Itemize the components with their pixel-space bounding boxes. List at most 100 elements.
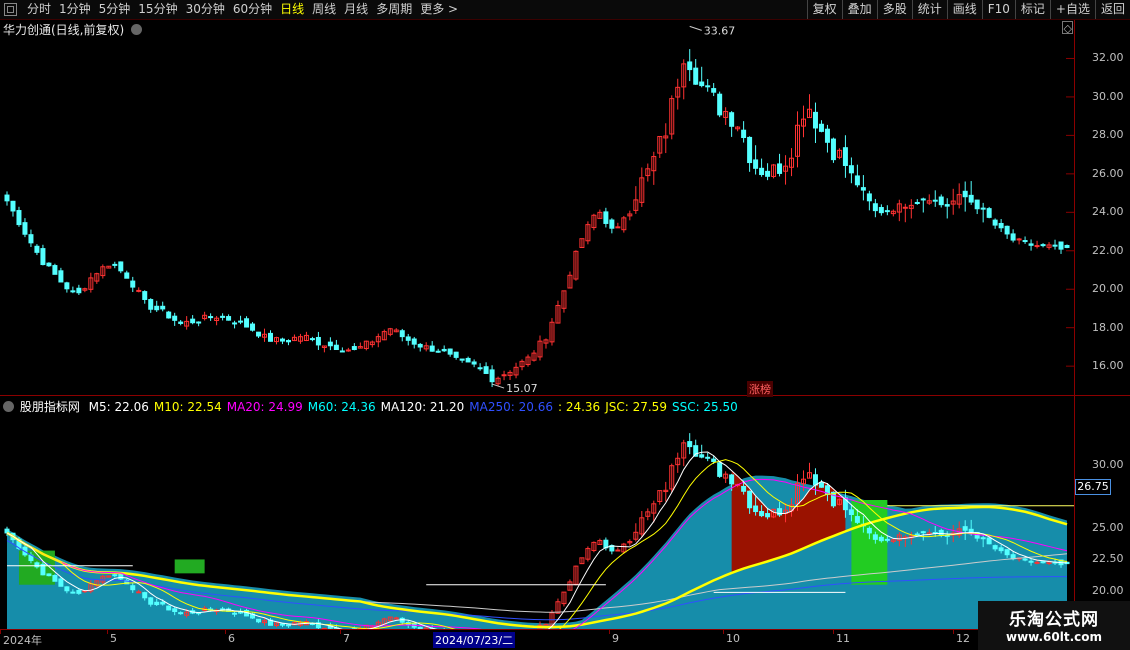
candle-body[interactable] <box>747 136 753 164</box>
tab-period-7[interactable]: 周线 <box>308 0 340 19</box>
candle-body[interactable] <box>232 322 238 325</box>
candle-body[interactable] <box>860 187 866 191</box>
tab-period-1[interactable]: 1分钟 <box>55 0 95 19</box>
toolbar-button-5[interactable]: F10 <box>981 0 1015 19</box>
candle-body[interactable] <box>70 290 76 293</box>
candle-body[interactable] <box>148 299 154 310</box>
candle-body[interactable] <box>705 85 711 88</box>
toolbar-button-7[interactable]: +自选 <box>1049 0 1095 19</box>
tab-period-5[interactable]: 60分钟 <box>229 0 276 19</box>
candle-body[interactable] <box>196 321 202 324</box>
candle-body[interactable] <box>765 170 771 177</box>
candle-body[interactable] <box>441 348 447 352</box>
candle-body[interactable] <box>489 369 495 383</box>
candle-body[interactable] <box>124 272 130 279</box>
candle-body[interactable] <box>405 336 411 341</box>
candle-body[interactable] <box>968 194 974 203</box>
candle-body[interactable] <box>753 159 759 169</box>
candle-body[interactable] <box>884 210 890 213</box>
tab-period-4[interactable]: 30分钟 <box>182 0 229 19</box>
candle-body[interactable] <box>759 167 765 176</box>
candle-body[interactable] <box>693 67 699 85</box>
main-chart[interactable]: 33.67 15.07 <box>0 20 1074 395</box>
candle-body[interactable] <box>842 147 848 166</box>
toolbar-button-6[interactable]: 标记 <box>1014 0 1050 19</box>
toolbar-button-3[interactable]: 统计 <box>911 0 947 19</box>
candle-body[interactable] <box>1040 244 1046 247</box>
candle-body[interactable] <box>453 351 459 358</box>
candle-body[interactable] <box>465 357 471 363</box>
candle-body[interactable] <box>208 316 214 319</box>
candle-body[interactable] <box>142 291 148 300</box>
candle-body[interactable] <box>172 315 178 321</box>
candle-body[interactable] <box>1016 238 1022 241</box>
candle-body[interactable] <box>974 199 980 210</box>
candle-body[interactable] <box>962 190 968 198</box>
candle-body[interactable] <box>256 331 262 337</box>
candle-body[interactable] <box>603 211 609 224</box>
candle-body[interactable] <box>902 206 908 209</box>
candle-body[interactable] <box>333 344 339 351</box>
candle-body[interactable] <box>351 346 357 351</box>
candle-body[interactable] <box>220 315 226 318</box>
candle-body[interactable] <box>848 165 854 174</box>
candle-body[interactable] <box>429 345 435 352</box>
candle-body[interactable] <box>339 350 345 353</box>
candle-body[interactable] <box>711 88 717 93</box>
candle-body[interactable] <box>268 332 273 342</box>
candle-body[interactable] <box>309 338 315 341</box>
candle-body[interactable] <box>64 282 70 290</box>
candle-body[interactable] <box>190 318 196 324</box>
candle-body[interactable] <box>932 199 938 202</box>
candle-body[interactable] <box>46 262 52 267</box>
candle-body[interactable] <box>58 270 64 283</box>
candle-body[interactable] <box>417 343 423 348</box>
toolbar-button-4[interactable]: 画线 <box>946 0 982 19</box>
candle-body[interactable] <box>854 175 860 186</box>
candle-body[interactable] <box>178 321 184 324</box>
candle-body[interactable] <box>872 203 878 212</box>
candle-body[interactable] <box>112 263 118 266</box>
candle-body[interactable] <box>741 129 747 139</box>
candle-body[interactable] <box>22 222 28 235</box>
candle-body[interactable] <box>4 194 10 202</box>
candle-body[interactable] <box>399 330 405 338</box>
candle-body[interactable] <box>411 338 417 345</box>
candle-body[interactable] <box>160 305 166 310</box>
candle-body[interactable] <box>10 200 16 212</box>
candle-body[interactable] <box>244 318 250 328</box>
tab-period-2[interactable]: 5分钟 <box>95 0 135 19</box>
candle-body[interactable] <box>687 61 693 71</box>
pane-separator[interactable] <box>0 395 1130 396</box>
candle-body[interactable] <box>285 340 291 343</box>
tab-period-9[interactable]: 多周期 <box>372 0 416 19</box>
candle-body[interactable] <box>34 245 40 253</box>
candle-body[interactable] <box>1034 245 1040 248</box>
candle-body[interactable] <box>1052 244 1058 247</box>
candle-body[interactable] <box>986 208 992 218</box>
limit-up-badge[interactable]: 涨榜 <box>747 381 773 397</box>
candle-body[interactable] <box>992 219 998 226</box>
candle-body[interactable] <box>447 348 453 355</box>
window-icon[interactable] <box>4 3 17 16</box>
candle-body[interactable] <box>615 226 621 229</box>
toolbar-button-1[interactable]: 叠加 <box>841 0 877 19</box>
candle-body[interactable] <box>327 341 333 347</box>
tab-period-6[interactable]: 日线 <box>276 0 308 19</box>
tab-period-3[interactable]: 15分钟 <box>134 0 181 19</box>
candle-body[interactable] <box>914 201 920 204</box>
candle-body[interactable] <box>154 305 160 311</box>
candle-body[interactable] <box>501 374 507 377</box>
candle-body[interactable] <box>717 93 723 116</box>
candle-body[interactable] <box>830 138 836 161</box>
candle-body[interactable] <box>729 112 735 127</box>
candle-body[interactable] <box>1058 241 1064 250</box>
candle-body[interactable] <box>777 163 783 174</box>
candle-body[interactable] <box>1010 233 1016 241</box>
candle-body[interactable] <box>812 111 818 129</box>
candle-body[interactable] <box>944 204 950 207</box>
candle-body[interactable] <box>1028 243 1034 246</box>
candle-body[interactable] <box>279 338 285 342</box>
candle-body[interactable] <box>130 280 136 288</box>
candle-body[interactable] <box>52 265 58 275</box>
